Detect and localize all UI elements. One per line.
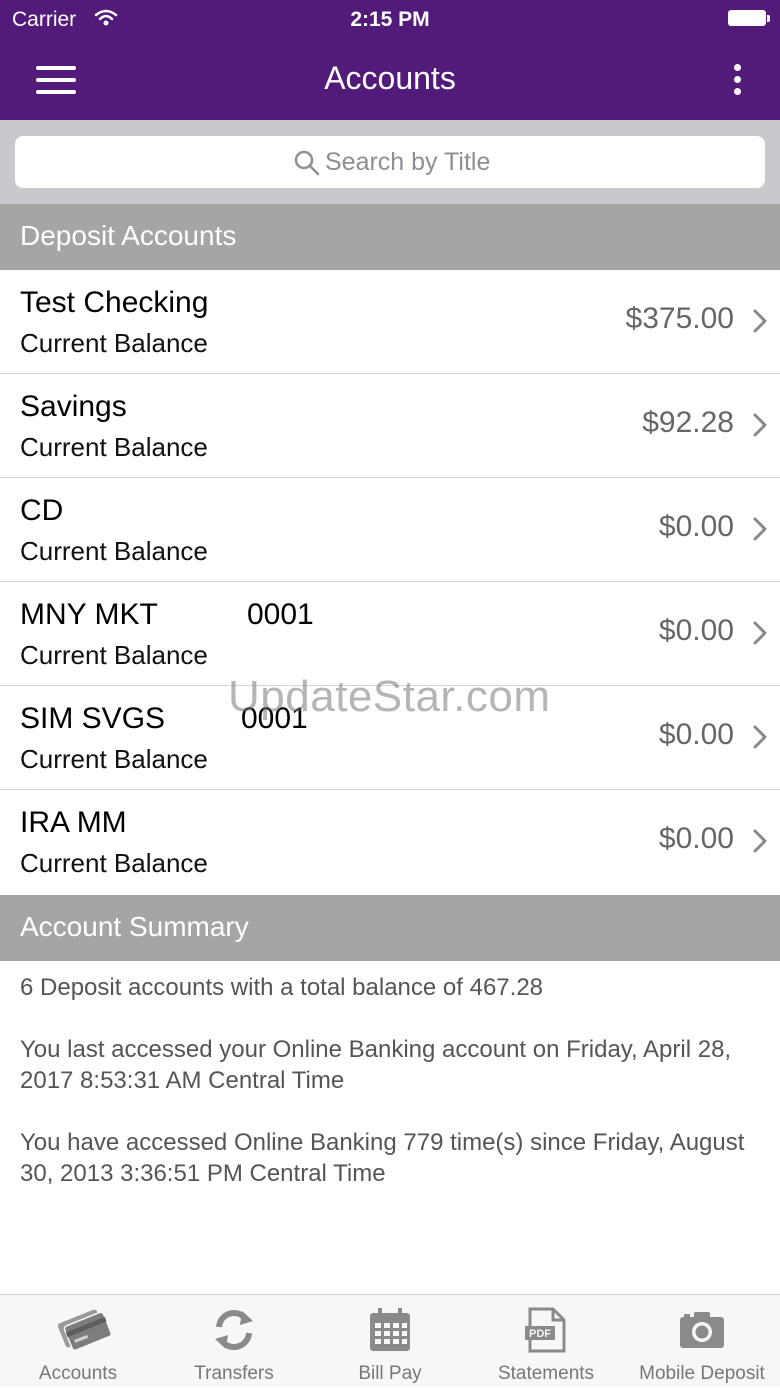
balance-label: Current Balance [20,536,208,566]
search-box[interactable] [15,136,765,188]
tab-statements[interactable]: PDF Statements [468,1295,624,1388]
search-bar [0,120,780,204]
balance-label: Current Balance [20,328,208,358]
account-balance: $375.00 [625,302,734,335]
account-name: SIM SVGS [20,702,166,735]
section-title: Deposit Accounts [20,220,237,251]
balance-label: Current Balance [20,640,208,670]
search-icon [293,149,321,182]
refresh-icon [209,1305,259,1355]
svg-text:PDF: PDF [529,1328,551,1340]
chevron-right-icon [752,828,768,859]
account-row[interactable]: IRA MM Current Balance $0.00 [0,790,780,894]
deposit-accounts-header: Deposit Accounts [0,204,780,270]
balance-label: Current Balance [20,744,208,774]
account-number: 0001 [241,702,308,735]
pdf-icon: PDF [521,1305,571,1355]
account-row[interactable]: Test Checking Current Balance $375.00 [0,270,780,374]
camera-icon [677,1305,727,1355]
calendar-icon [365,1305,415,1355]
account-balance: $0.00 [658,614,734,647]
tab-accounts[interactable]: Accounts [0,1295,156,1388]
battery-icon [728,10,770,28]
account-name: Test Checking [20,286,209,319]
section-title: Account Summary [20,911,249,942]
balance-label: Current Balance [20,848,208,878]
account-name: CD [20,494,64,527]
tab-label: Mobile Deposit [639,1363,765,1384]
search-input[interactable] [325,136,755,188]
account-balance: $0.00 [658,718,734,751]
summary-total: 6 Deposit accounts with a total balance … [20,974,544,1001]
account-name: MNY MKT [20,598,158,631]
account-balance: $0.00 [658,822,734,855]
account-number: 0001 [247,598,314,631]
account-summary-header: Account Summary [0,895,780,961]
account-balance: $0.00 [658,510,734,543]
tab-bar: Accounts Transfers Bill Pay PDF Statemen… [0,1294,780,1387]
account-row[interactable]: MNY MKT 0001 Current Balance $0.00 [0,582,780,686]
account-row[interactable]: Savings Current Balance $92.28 [0,374,780,478]
cards-icon [53,1305,113,1355]
tab-label: Statements [497,1363,595,1384]
chevron-right-icon [752,620,768,651]
chevron-right-icon [752,516,768,547]
more-options-icon[interactable] [726,62,750,98]
account-row[interactable]: SIM SVGS 0001 Current Balance $0.00 [0,686,780,790]
chevron-right-icon [752,308,768,339]
chevron-right-icon [752,724,768,755]
account-name: Savings [20,390,127,423]
account-balance: $92.28 [642,406,734,439]
tab-label: Transfers [194,1363,274,1384]
tab-label: Accounts [38,1363,118,1384]
status-bar: Carrier 2:15 PM [0,0,780,40]
tab-transfers[interactable]: Transfers [156,1295,312,1388]
tab-label: Bill Pay [358,1363,422,1384]
summary-last-access: You last accessed your Online Banking ac… [20,1036,732,1094]
account-name: IRA MM [20,806,127,839]
clock: 2:15 PM [350,8,430,31]
account-row[interactable]: CD Current Balance $0.00 [0,478,780,582]
tab-bill-pay[interactable]: Bill Pay [312,1295,468,1388]
tab-mobile-deposit[interactable]: Mobile Deposit [624,1295,780,1388]
nav-bar: Accounts [0,40,780,120]
summary-access-count: You have accessed Online Banking 779 tim… [20,1129,745,1187]
chevron-right-icon [752,412,768,443]
page-title: Accounts [324,60,456,96]
balance-label: Current Balance [20,432,208,462]
